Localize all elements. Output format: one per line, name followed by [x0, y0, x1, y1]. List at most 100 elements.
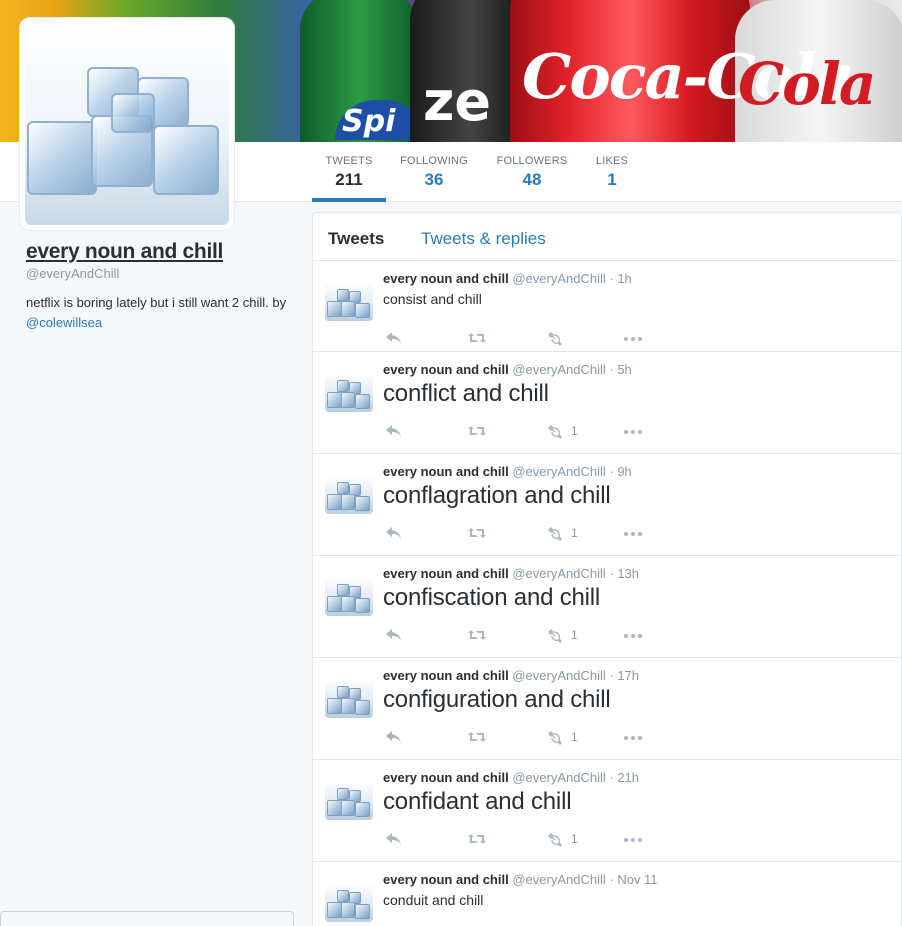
tweet-author-handle[interactable]: @everyAndChill: [512, 464, 605, 479]
tweet-like-count: 1: [571, 628, 578, 642]
tweet-avatar[interactable]: [325, 680, 373, 718]
tweet-text: confidant and chill: [383, 788, 572, 815]
tweet-separator: ·: [609, 464, 614, 479]
tweet-author-name[interactable]: every noun and chill: [383, 872, 509, 887]
stat-likes[interactable]: LIKES 1: [590, 142, 634, 202]
profile-avatar[interactable]: [20, 18, 234, 230]
stat-following-value: 36: [424, 170, 444, 189]
profile-name[interactable]: every noun and chill: [26, 240, 296, 264]
tweet-avatar[interactable]: [325, 283, 373, 321]
tweet-avatar[interactable]: [325, 374, 373, 412]
tweet-header: every noun and chill @everyAndChill · 1h: [383, 271, 632, 286]
stat-followers-label: FOLLOWERS: [496, 155, 568, 167]
reply-icon[interactable]: [385, 730, 403, 746]
tab-tweets[interactable]: Tweets: [328, 229, 384, 249]
tweet-header: every noun and chill @everyAndChill · 13…: [383, 566, 639, 581]
reply-icon[interactable]: [385, 331, 403, 347]
tweet-separator: ·: [609, 770, 614, 785]
tweet-author-handle[interactable]: @everyAndChill: [512, 770, 605, 785]
reply-icon[interactable]: [385, 424, 403, 440]
stat-followers-value: 48: [522, 170, 542, 189]
stat-tweets[interactable]: TWEETS 211: [312, 142, 386, 202]
tweet-author-name[interactable]: every noun and chill: [383, 668, 509, 683]
hammer-sickle-like-icon[interactable]: [547, 331, 563, 347]
tweet-author-handle[interactable]: @everyAndChill: [512, 566, 605, 581]
profile-card: every noun and chill @everyAndChill netf…: [26, 240, 296, 333]
more-dots-icon[interactable]: [623, 429, 643, 445]
hammer-sickle-like-icon[interactable]: [547, 424, 563, 440]
tweet-separator: ·: [609, 362, 614, 377]
tweet-author-name[interactable]: every noun and chill: [383, 770, 509, 785]
tweet-like-count: 1: [571, 424, 578, 438]
retweet-icon[interactable]: [467, 628, 487, 644]
reply-icon[interactable]: [385, 628, 403, 644]
more-dots-icon[interactable]: [623, 531, 643, 547]
more-dots-icon[interactable]: [623, 735, 643, 751]
reply-icon[interactable]: [385, 832, 403, 848]
tweet[interactable]: every noun and chill @everyAndChill · 17…: [313, 658, 901, 760]
tweet-author-handle[interactable]: @everyAndChill: [512, 872, 605, 887]
stat-tweets-label: TWEETS: [325, 155, 373, 167]
retweet-icon[interactable]: [467, 832, 487, 848]
ice-cubes-avatar-image: [25, 23, 229, 225]
tweet[interactable]: every noun and chill @everyAndChill · 13…: [313, 556, 901, 658]
tweet-header: every noun and chill @everyAndChill · No…: [383, 872, 658, 887]
tweet-text: conflict and chill: [383, 380, 549, 407]
reply-icon[interactable]: [385, 526, 403, 542]
tweet[interactable]: every noun and chill @everyAndChill · 1h…: [313, 261, 901, 352]
tweet-timestamp[interactable]: 1h: [617, 271, 631, 286]
profile-bio-text: netflix is boring lately but i still wan…: [26, 295, 287, 310]
tweet-avatar[interactable]: [325, 476, 373, 514]
tweet[interactable]: every noun and chill @everyAndChill · No…: [313, 862, 901, 926]
hammer-sickle-like-icon[interactable]: [547, 730, 563, 746]
profile-bio-link[interactable]: @colewillsea: [26, 315, 102, 330]
stat-following[interactable]: FOLLOWING 36: [396, 142, 472, 202]
more-dots-icon[interactable]: [623, 837, 643, 853]
tweet-author-name[interactable]: every noun and chill: [383, 271, 509, 286]
tweet-timestamp[interactable]: 17h: [617, 668, 639, 683]
tweet-header: every noun and chill @everyAndChill · 17…: [383, 668, 639, 683]
tweet-text: conduit and chill: [383, 892, 484, 908]
more-dots-icon[interactable]: [623, 336, 643, 352]
tweet-author-name[interactable]: every noun and chill: [383, 464, 509, 479]
timeline-tabs: Tweets Tweets & replies: [313, 213, 901, 261]
retweet-icon[interactable]: [467, 331, 487, 347]
banner-zero-text: ze: [423, 70, 492, 133]
profile-bio: netflix is boring lately but i still wan…: [26, 293, 296, 333]
tweet-like-count: 1: [571, 832, 578, 846]
timeline: Tweets Tweets & replies every noun and c…: [312, 212, 902, 926]
tab-tweets-and-replies[interactable]: Tweets & replies: [421, 229, 546, 249]
hammer-sickle-like-icon[interactable]: [547, 526, 563, 542]
tweet[interactable]: every noun and chill @everyAndChill · 21…: [313, 760, 901, 862]
tweet-header: every noun and chill @everyAndChill · 5h: [383, 362, 632, 377]
stat-following-label: FOLLOWING: [400, 155, 468, 167]
tweet[interactable]: every noun and chill @everyAndChill · 9h…: [313, 454, 901, 556]
tweet[interactable]: every noun and chill @everyAndChill · 5h…: [313, 352, 901, 454]
tweet-timestamp[interactable]: 13h: [617, 566, 639, 581]
tweet-author-handle[interactable]: @everyAndChill: [512, 668, 605, 683]
tweet-timestamp[interactable]: Nov 11: [617, 872, 657, 887]
stat-tweets-value: 211: [335, 170, 363, 189]
tweet-author-handle[interactable]: @everyAndChill: [512, 362, 605, 377]
hammer-sickle-like-icon[interactable]: [547, 628, 563, 644]
profile-handle[interactable]: @everyAndChill: [26, 266, 296, 281]
hammer-sickle-like-icon[interactable]: [547, 832, 563, 848]
retweet-icon[interactable]: [467, 730, 487, 746]
tweet-avatar[interactable]: [325, 578, 373, 616]
retweet-icon[interactable]: [467, 526, 487, 542]
tweet-author-name[interactable]: every noun and chill: [383, 566, 509, 581]
tweet-timestamp[interactable]: 9h: [617, 464, 631, 479]
tweet-author-name[interactable]: every noun and chill: [383, 362, 509, 377]
tweet-timestamp[interactable]: 21h: [617, 770, 639, 785]
tweet-author-handle[interactable]: @everyAndChill: [512, 271, 605, 286]
tweet-avatar[interactable]: [325, 782, 373, 820]
banner-sprite-text: Spi: [342, 104, 396, 139]
tweet-separator: ·: [609, 872, 614, 887]
tweet-avatar[interactable]: [325, 884, 373, 922]
tweet-timestamp[interactable]: 5h: [617, 362, 631, 377]
more-dots-icon[interactable]: [623, 633, 643, 649]
tweet-text: conflagration and chill: [383, 482, 611, 509]
stat-likes-label: LIKES: [595, 155, 629, 167]
stat-followers[interactable]: FOLLOWERS 48: [492, 142, 572, 202]
retweet-icon[interactable]: [467, 424, 487, 440]
